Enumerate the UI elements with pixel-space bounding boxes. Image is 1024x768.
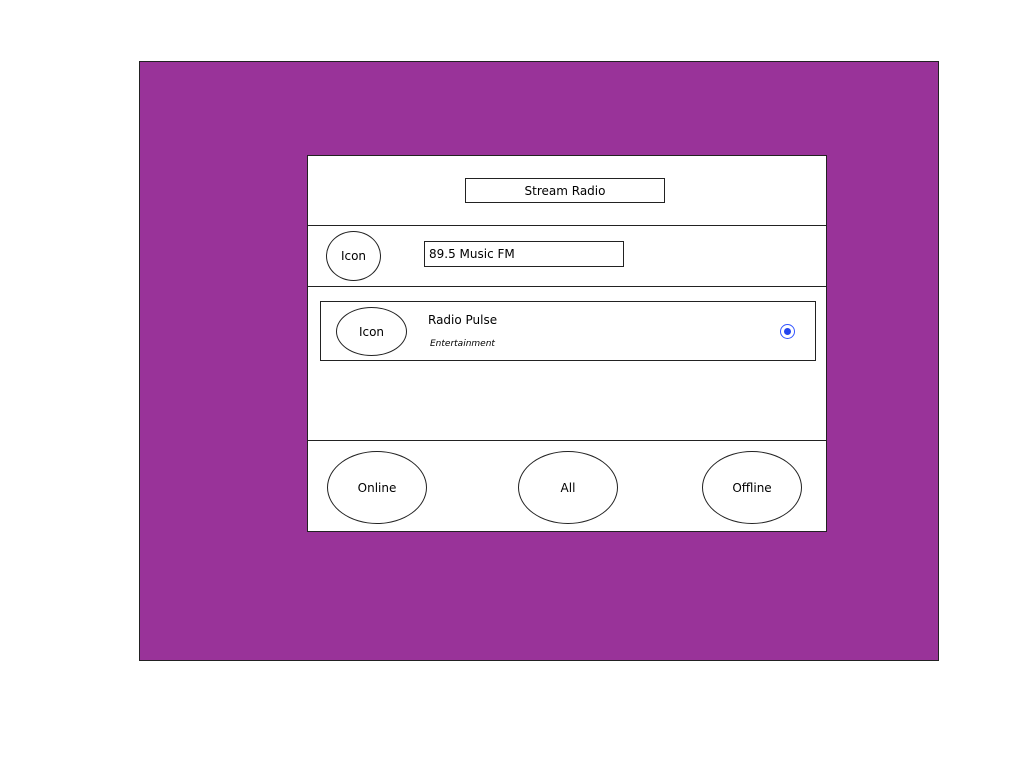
radio-selected-dot	[784, 328, 791, 335]
all-filter-button[interactable]: All	[518, 451, 618, 524]
station-select-radio[interactable]	[780, 324, 795, 339]
now-playing-bar: Icon 89.5 Music FM	[308, 226, 826, 287]
app-title: Stream Radio	[465, 178, 665, 203]
radio-app-panel: Stream Radio Icon 89.5 Music FM Icon Rad…	[307, 155, 827, 532]
station-name: Radio Pulse	[428, 313, 498, 327]
offline-filter-button[interactable]: Offline	[702, 451, 802, 524]
now-playing-icon: Icon	[326, 231, 381, 281]
station-genre: Entertainment	[430, 339, 495, 349]
station-icon: Icon	[336, 307, 407, 356]
online-filter-button[interactable]: Online	[327, 451, 427, 524]
station-list-item[interactable]: Icon Radio Pulse Entertainment	[320, 301, 816, 361]
app-header: Stream Radio	[308, 156, 826, 226]
filter-bar: Online All Offline	[308, 440, 826, 532]
now-playing-station-field[interactable]: 89.5 Music FM	[424, 241, 624, 267]
